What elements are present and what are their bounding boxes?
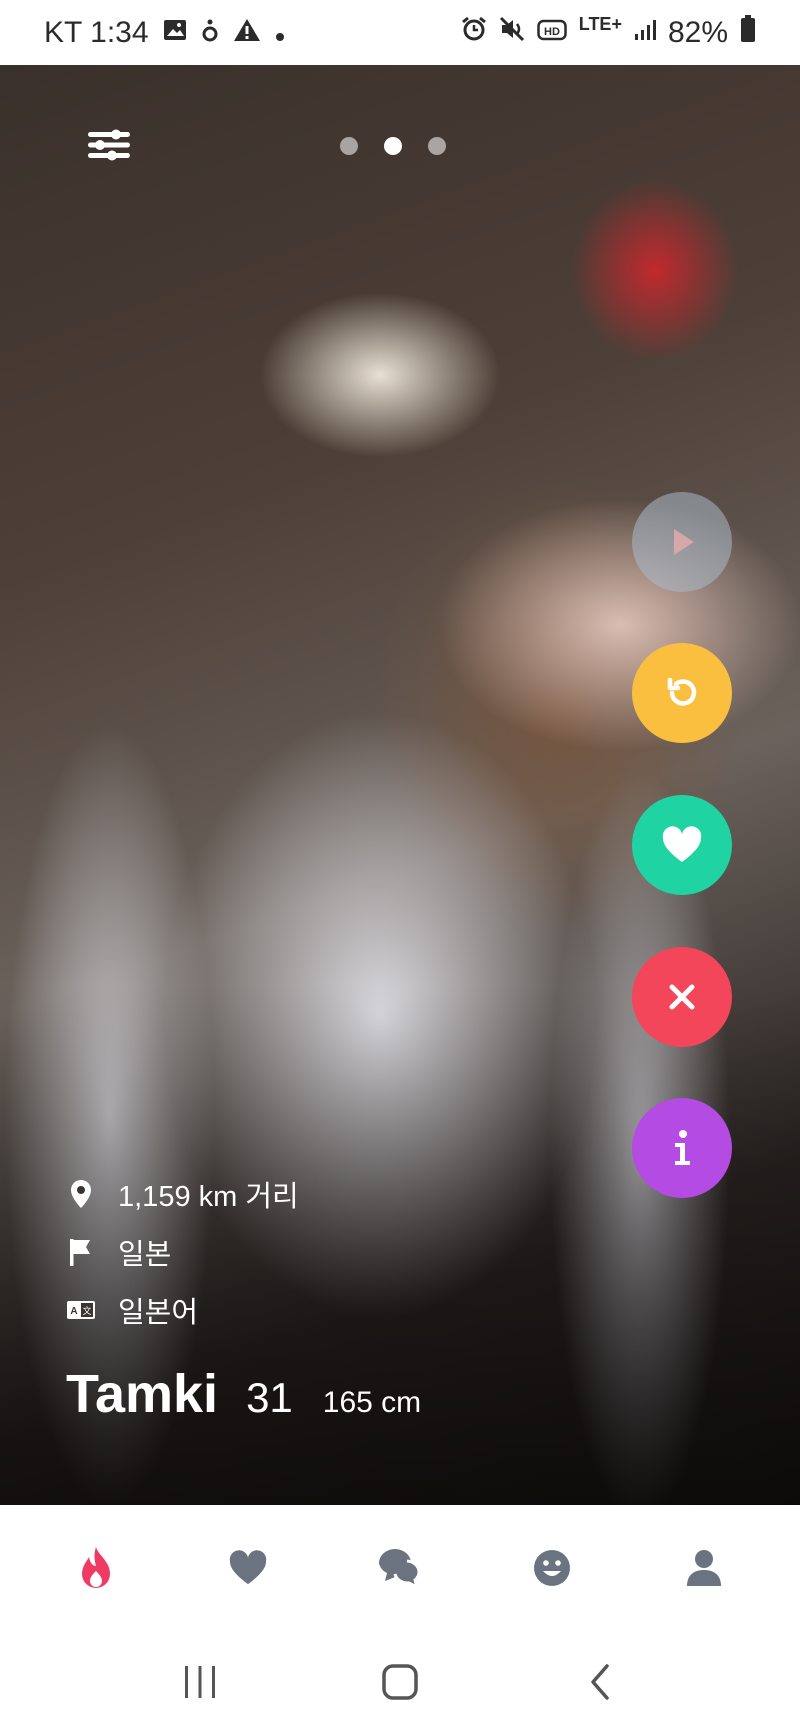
carrier-time: KT 1:34 [44,15,149,49]
profile-info: 1,159 km 거리 일본 A文 일본어 Tamki 31 165 cm [66,1165,421,1425]
svg-text:文: 文 [82,1305,91,1317]
close-icon [669,984,695,1010]
nav-chats[interactable] [360,1528,440,1608]
undo-icon [667,677,697,706]
status-left: KT 1:34 [44,16,285,50]
svg-text:HD: HD [544,26,560,38]
screen: KT 1:34 HD LTE+ 82% 1,159 km 거리 일본 A 文 일… [0,0,800,1734]
play-icon [674,529,694,555]
distance-text: 1,159 km 거리 [118,1181,299,1213]
home-button[interactable] [365,1652,435,1712]
country-text: 일본 [118,1239,172,1271]
info-button[interactable] [632,1098,732,1198]
undo-button[interactable] [632,643,732,743]
image-notification-icon [163,16,187,50]
status-bar: KT 1:34 HD LTE+ 82% [0,0,800,65]
hd-voice-icon: HD [537,16,567,50]
chat-icon [379,1548,421,1589]
smiley-icon [534,1549,570,1586]
translate-icon: A文 [66,1295,96,1325]
profile-name: Tamki [66,1364,219,1424]
photo-page-indicator [340,137,446,155]
sliders-icon [88,129,130,161]
more-notifications-dot-icon [275,16,285,50]
profile-height: 165 cm [322,1386,422,1419]
profile-age: 31 [246,1374,293,1421]
svg-text:A: A [70,1306,77,1317]
page-dot[interactable] [340,137,358,155]
like-button[interactable] [632,795,732,895]
mute-icon [499,16,525,50]
home-icon [382,1664,418,1700]
filter-button[interactable] [86,125,136,175]
recent-apps-button[interactable] [165,1652,235,1712]
person-icon [687,1549,721,1586]
country-row: 일본 [66,1223,421,1281]
distance-row: 1,159 km 거리 [66,1165,421,1223]
location-pin-icon [66,1179,96,1209]
nav-discover[interactable] [56,1528,136,1608]
back-icon [591,1664,609,1700]
nav-likes[interactable] [208,1528,288,1608]
drop-notification-icon [201,16,219,50]
status-right: HD LTE+ 82% [461,14,756,51]
page-dot-active[interactable] [384,137,402,155]
name-age-height-row: Tamki 31 165 cm [66,1363,421,1425]
pass-button[interactable] [632,947,732,1047]
heart-icon [229,1549,267,1584]
info-icon [675,1130,690,1165]
back-button[interactable] [565,1652,635,1712]
nav-moments[interactable] [512,1528,592,1608]
alarm-icon [461,16,487,50]
nav-profile[interactable] [664,1528,744,1608]
page-dot[interactable] [428,137,446,155]
battery-icon [740,14,756,51]
bottom-nav [0,1505,800,1630]
recent-apps-icon [185,1666,215,1698]
signal-icon [634,16,656,50]
battery-percent: 82% [667,15,728,49]
network-type: LTE+ [578,14,622,34]
system-nav-bar [0,1630,800,1734]
profile-photo[interactable]: 1,159 km 거리 일본 A文 일본어 Tamki 31 165 cm [0,65,800,1505]
warning-icon [233,16,261,50]
language-text: 일본어 [118,1297,199,1329]
play-video-button[interactable] [632,492,732,592]
flame-icon [82,1546,110,1588]
flag-icon [66,1237,96,1267]
heart-icon [662,826,702,862]
language-row: A文 일본어 [66,1281,421,1339]
